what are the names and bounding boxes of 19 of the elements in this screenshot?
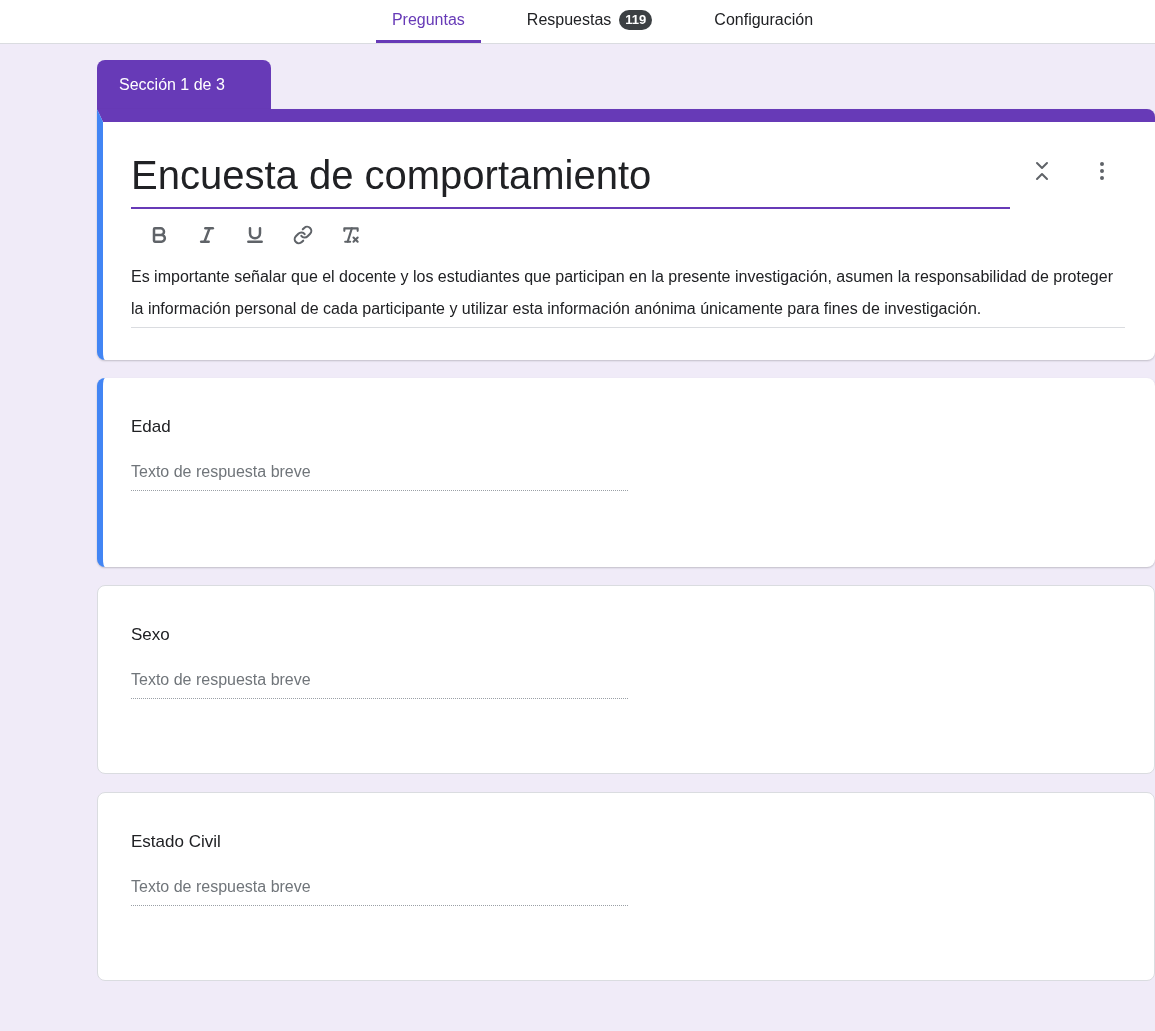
question-title: Estado Civil bbox=[131, 831, 222, 853]
answer-field[interactable]: Texto de respuesta breve bbox=[131, 668, 628, 699]
question-card[interactable]: Edad Texto de respuesta breve bbox=[97, 378, 1155, 567]
underline-icon[interactable] bbox=[245, 225, 265, 245]
question-card[interactable]: Estado Civil Texto de respuesta breve bbox=[97, 792, 1155, 981]
tab[interactable]: Configuración bbox=[698, 0, 830, 43]
question-title: Edad bbox=[131, 416, 172, 438]
tab[interactable]: Preguntas bbox=[375, 0, 481, 43]
form-description[interactable]: Es importante señalar que el docente y los estudiantes que participan en la presente investigación, asumen la responsabilidad de proteger la información personal de cada participante y utilizar esta información anónima únicamente para fines de investigación. bbox=[131, 261, 1125, 328]
form-title[interactable]: Encuesta de comportamiento bbox=[131, 147, 1010, 209]
clear-formatting-icon[interactable] bbox=[341, 225, 361, 245]
answer-field[interactable]: Texto de respuesta breve bbox=[131, 460, 628, 491]
answer-field[interactable]: Texto de respuesta breve bbox=[131, 875, 628, 906]
count-badge: 119 bbox=[619, 10, 653, 30]
question-card[interactable]: Sexo Texto de respuesta breve bbox=[97, 585, 1155, 774]
question-title: Sexo bbox=[131, 624, 171, 646]
italic-icon[interactable] bbox=[197, 225, 217, 245]
link-icon[interactable] bbox=[293, 225, 313, 245]
tab[interactable]: Respuestas 119 bbox=[510, 0, 669, 43]
